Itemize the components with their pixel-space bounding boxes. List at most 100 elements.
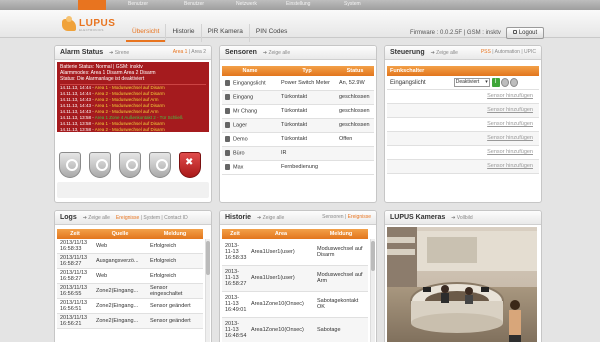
log-cell: 2013/11/13 16:56:55 xyxy=(57,283,93,299)
add-sensor-link[interactable]: Sensor hinzufügen xyxy=(387,90,539,104)
camera-feed-image[interactable] xyxy=(387,227,537,342)
tab-sensoren[interactable]: Sensoren xyxy=(322,214,343,220)
log-cell: Zone2(Eingang... xyxy=(93,313,147,329)
log-cell: Zone2(Eingang... xyxy=(93,298,147,314)
history-table: Zeit Area Meldung 2013-11-13 16:58:33 Are… xyxy=(222,229,368,342)
log-cell: 2013/11/13 16:58:27 xyxy=(57,253,93,269)
history-cell: Area1Zone10(Onsec) xyxy=(248,317,314,342)
add-sensor-link[interactable]: Sensor hinzufügen xyxy=(387,118,539,132)
table-row: 2013/11/13 16:56:55 Zone2(Eingang... Senso… xyxy=(57,283,203,299)
disarm-shield-icon[interactable] xyxy=(179,152,201,178)
sensors-table: Name Typ Status Eingangslicht Power Switc… xyxy=(222,66,374,175)
history-scrollbar[interactable] xyxy=(370,239,375,342)
tab-upic[interactable]: UPIC xyxy=(524,49,536,55)
history-show-all-link[interactable]: Zeige alle xyxy=(257,215,284,221)
top-menu-active-tab[interactable] xyxy=(78,0,106,10)
add-sensor-link[interactable]: Sensor hinzufügen xyxy=(387,132,539,146)
top-menu-item[interactable]: Benutzer xyxy=(128,1,148,7)
alarm-log-time: 14.11.13, 14:44 xyxy=(60,91,91,96)
sensors-title: Sensoren xyxy=(225,49,257,56)
sensor-type: IR xyxy=(278,146,336,161)
arm-shield-icon[interactable] xyxy=(59,152,81,178)
fullscreen-link[interactable]: Vollbild xyxy=(451,215,472,221)
column-header: Zeit xyxy=(222,229,248,239)
switch-mode-select[interactable]: Deaktiviert xyxy=(453,78,490,87)
history-cell: Area1Zone10(Onsec) xyxy=(248,291,314,318)
table-row[interactable]: Max Fernbedienung xyxy=(222,160,374,175)
logo-icon xyxy=(62,16,76,31)
top-menu-item[interactable]: Netzwerk xyxy=(236,1,257,7)
nav-historie[interactable]: Historie xyxy=(165,24,200,42)
sensors-show-all-link[interactable]: Zeige alle xyxy=(263,50,290,56)
firmware-info: Firmware : 0.0.2.5F | GSM : insktv xyxy=(410,30,501,36)
panel-title: Steuerung Zeige alle PSS | Automation | … xyxy=(385,46,541,60)
tab-area-1[interactable]: Area 1 xyxy=(173,49,188,55)
tab-ereignisse[interactable]: Ereignisse xyxy=(348,214,371,220)
log-cell: Zone2(Eingang... xyxy=(93,283,147,299)
add-sensor-link[interactable]: Sensor hinzufügen xyxy=(387,146,539,160)
tab-pss[interactable]: PSS xyxy=(481,49,491,55)
logout-button[interactable]: Logout xyxy=(506,27,544,39)
table-row[interactable]: Eingangslicht Power Switch Meter An, 52.9W xyxy=(222,76,374,91)
power-icon xyxy=(225,79,230,86)
sirene-link[interactable]: Sirene xyxy=(109,50,129,56)
door-contact-icon xyxy=(225,93,230,100)
top-menu-item[interactable]: System xyxy=(344,1,361,7)
control-show-all-link[interactable]: Zeige alle xyxy=(431,50,458,56)
top-menu-item[interactable]: Einstellung xyxy=(286,1,310,7)
switch-on-button[interactable]: I xyxy=(491,78,500,87)
table-row[interactable]: Eingang Türkontakt geschlossen xyxy=(222,90,374,105)
add-sensor-link[interactable]: Sensor hinzufügen xyxy=(387,104,539,118)
history-cell: 2013-11-13 16:48:54 xyxy=(222,317,248,342)
tab-area-2[interactable]: Area 2 xyxy=(191,49,206,55)
history-cell: Area1User1(user) xyxy=(248,239,314,266)
tab-contact-id[interactable]: Contact ID xyxy=(164,215,188,221)
history-cell: Sabotage xyxy=(314,317,368,342)
main-nav: Übersicht Historie PIR Kamera PIN Codes xyxy=(126,24,293,42)
column-header: Area xyxy=(248,229,314,239)
logs-scrollbar[interactable] xyxy=(205,239,210,342)
log-cell: Erfolgreich xyxy=(147,239,203,254)
home2-shield-icon[interactable] xyxy=(119,152,141,178)
sensor-name: Lager xyxy=(233,122,248,129)
table-row[interactable]: Lager Türkontakt geschlossen xyxy=(222,118,374,133)
logs-show-all-link[interactable]: Zeige alle xyxy=(83,215,110,221)
table-row[interactable]: Demo Türkontakt Offen xyxy=(222,132,374,147)
table-row: 2013/11/13 16:58:27 Web Erfolgreich xyxy=(57,268,203,284)
sensor-name: Eingang xyxy=(233,94,254,101)
add-sensor-link[interactable]: Sensor hinzufügen xyxy=(387,160,539,174)
table-row[interactable]: Büro IR xyxy=(222,146,374,161)
table-row[interactable]: Mr Chang Türkontakt geschlossen xyxy=(222,104,374,119)
history-cell: Moduswechsel auf Arm xyxy=(314,265,368,292)
alarm-log-message: Area 1 - Moduswechsel auf Disarm xyxy=(94,85,165,90)
header: LUPUS ELECTRONICS Übersicht Historie PIR… xyxy=(0,10,600,42)
tab-system[interactable]: System xyxy=(143,215,160,221)
switch-toggle-button[interactable] xyxy=(509,78,518,87)
brand-name: LUPUS xyxy=(79,17,116,29)
table-row: 2013/11/13 16:58:33 Web Erfolgreich xyxy=(57,239,203,254)
nav-pir-kamera[interactable]: PIR Kamera xyxy=(200,24,249,42)
tab-automation[interactable]: Automation xyxy=(495,49,520,55)
top-menu-item[interactable]: Benutzer xyxy=(184,1,204,7)
nav-uebersicht[interactable]: Übersicht xyxy=(126,24,166,42)
lock-icon xyxy=(512,30,517,35)
history-cell: Moduswechsel auf Disarm xyxy=(314,239,368,266)
home1-shield-icon[interactable] xyxy=(89,152,111,178)
nav-pin-codes[interactable]: PIN Codes xyxy=(248,24,293,42)
alarm-log-message: Area 1 - Moduswechsel auf Disarm xyxy=(94,121,165,126)
history-cell: Sabotagekontakt OK xyxy=(314,291,368,318)
sensor-status: geschlossen xyxy=(336,118,374,133)
log-cell: Web xyxy=(93,268,147,284)
home3-shield-icon[interactable] xyxy=(149,152,171,178)
log-cell: 2013/11/13 16:56:21 xyxy=(57,313,93,329)
switch-off-button[interactable] xyxy=(500,78,509,87)
history-cell: 2013-11-13 16:49:01 xyxy=(222,291,248,318)
tab-ereignisse[interactable]: Ereignisse xyxy=(116,215,139,221)
log-cell: 2013/11/13 16:56:51 xyxy=(57,298,93,314)
table-row: 2013/11/13 16:56:21 Zone2(Eingang... Senso… xyxy=(57,313,203,329)
sensor-status: geschlossen xyxy=(336,104,374,119)
logs-title: Logs xyxy=(60,214,77,221)
alarm-status-box: Batterie Status: Normal | GSM: insktv Al… xyxy=(57,62,209,132)
table-row: 2013-11-13 16:58:33 Area1User1(user) Modus… xyxy=(222,239,368,266)
camera-panel: LUPUS Kameras Vollbild xyxy=(384,210,542,342)
